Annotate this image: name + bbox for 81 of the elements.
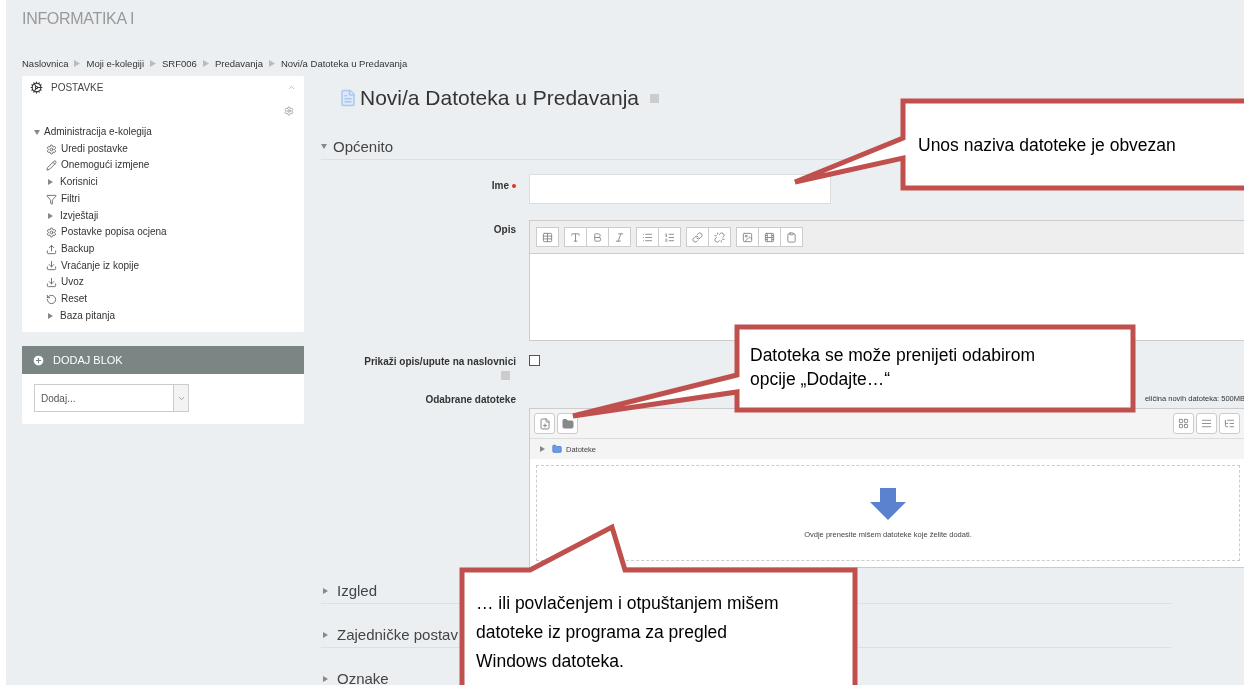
folder-plus-icon [561, 417, 574, 430]
breadcrumb-link[interactable]: Moji e-kolegiji [86, 57, 145, 69]
add-block-select[interactable]: Dodaj... [34, 384, 189, 413]
tree-item[interactable]: Administracija e-kolegija [44, 124, 152, 141]
field-label: Opis [492, 223, 516, 237]
breadcrumb-link[interactable]: Naslovnica [22, 57, 69, 69]
expand-arrow-icon [48, 212, 53, 219]
list-view-button[interactable] [1196, 413, 1217, 434]
upload-icon [46, 243, 57, 255]
tree-view-button[interactable] [1219, 413, 1240, 434]
pencil-icon [46, 160, 57, 172]
help-icon [650, 93, 659, 103]
create-folder-button[interactable] [557, 413, 578, 434]
tree-item[interactable]: Izvještaji [60, 207, 99, 225]
media-icon[interactable] [758, 227, 781, 247]
paste-icon[interactable] [780, 227, 803, 247]
tree-item[interactable]: Korisnici [60, 174, 98, 191]
image-icon[interactable] [736, 227, 759, 247]
separator-icon [150, 59, 157, 67]
tree-item[interactable]: Baza pitanja [60, 307, 116, 325]
tree-item[interactable]: Backup [61, 240, 95, 258]
filter-icon [46, 193, 57, 205]
link-icon[interactable] [686, 227, 709, 247]
block-title: DODAJ BLOK [53, 354, 123, 367]
unlink-icon[interactable] [708, 227, 731, 247]
grid-view-button[interactable] [1173, 413, 1194, 434]
callout-text: Unos naziva datoteke je obvezan [918, 134, 1176, 157]
field-label: Ime [321, 174, 516, 204]
gear-icon [46, 143, 57, 155]
table-icon[interactable] [536, 227, 559, 247]
breadcrumb-link[interactable]: Novi/a Datoteka u Predavanja [280, 57, 408, 69]
site-title: INFORMATIKA I [22, 10, 136, 28]
font-size-icon[interactable] [564, 227, 587, 247]
callout-text: … ili povlačenjem i otpuštanjem mišem datoteke iz programa za pregled Windows datoteka. [476, 592, 780, 673]
tree-item[interactable]: Filtri [61, 190, 80, 208]
help-icon [501, 371, 510, 380]
reset-icon [46, 293, 57, 305]
expand-arrow-icon [540, 446, 545, 452]
tree-item[interactable]: Reset [61, 291, 88, 308]
page-title: Novi/a Datoteka u Predavanja [360, 86, 639, 110]
name-input[interactable] [529, 174, 831, 204]
tree-item[interactable]: Uredi postavke [61, 140, 128, 158]
expand-arrow-icon [48, 313, 53, 320]
grid-icon [1178, 418, 1189, 429]
breadcrumb-link[interactable]: Predavanja [214, 57, 263, 69]
block-title: POSTAVKE [51, 81, 104, 93]
file-icon [339, 89, 357, 107]
separator-icon [202, 59, 209, 67]
section-heading[interactable]: Oznake [337, 670, 389, 685]
list-icon [1201, 418, 1212, 429]
section-heading[interactable]: Općenito [333, 138, 394, 155]
bold-icon[interactable] [586, 227, 609, 247]
gears-icon [30, 80, 43, 94]
expand-arrow-icon [48, 179, 53, 186]
tree-item[interactable]: Onemogući izmjene [61, 157, 150, 175]
numbered-list-icon[interactable] [658, 227, 681, 247]
section-heading[interactable]: Zajedničke postav [337, 626, 458, 643]
tree-item[interactable]: Vraćanje iz kopije [61, 257, 139, 275]
section-heading[interactable]: Izgled [337, 582, 378, 599]
gear-icon [46, 227, 57, 239]
file-plus-icon [538, 417, 551, 430]
text-editor[interactable] [529, 220, 1244, 341]
settings-icon[interactable] [284, 106, 294, 116]
breadcrumb-link[interactable]: SRF006 [162, 57, 197, 69]
tree-item[interactable]: Postavke popisa ocjena [61, 224, 167, 241]
add-icon [32, 353, 45, 367]
bullet-list-icon[interactable] [636, 227, 659, 247]
separator-icon [74, 59, 81, 67]
add-file-button[interactable] [534, 413, 555, 434]
separator-icon [268, 59, 275, 67]
tree-list-icon [1224, 418, 1235, 429]
tree-item[interactable]: Uvoz [61, 274, 84, 292]
field-label: Prikaži opis/upute na naslovnici [363, 355, 516, 367]
download-icon [46, 277, 57, 289]
down-arrow-icon [868, 487, 908, 520]
italic-icon[interactable] [608, 227, 631, 247]
checkbox[interactable] [529, 355, 540, 366]
folder-icon [552, 444, 562, 454]
callout-text: Datoteka se može prenijeti odabirom opcije „Dodajte…“ [750, 344, 1036, 391]
field-label: Odabrane datoteke [424, 394, 516, 405]
download-icon [46, 260, 57, 272]
